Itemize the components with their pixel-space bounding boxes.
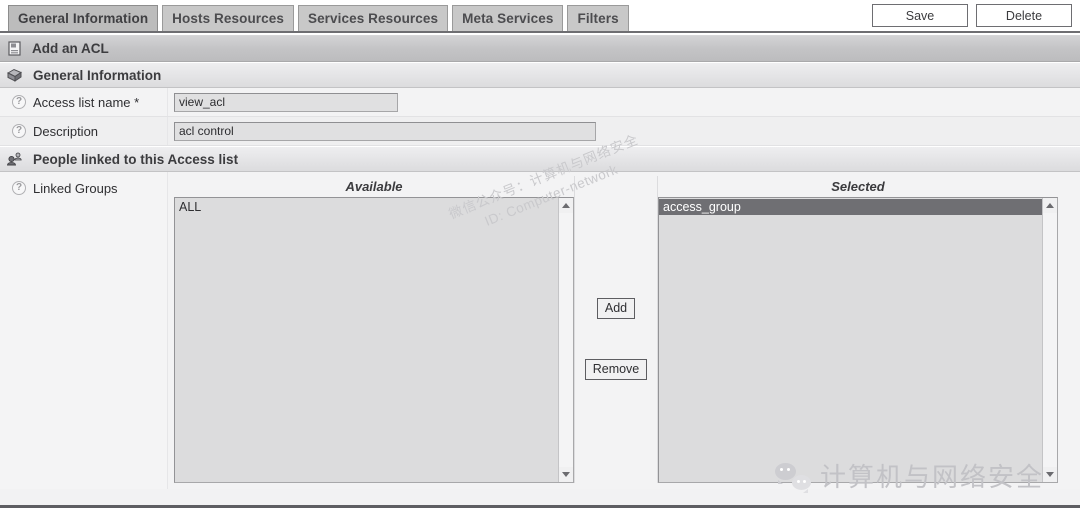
question-icon[interactable]: ?: [12, 124, 26, 138]
arrow-up-icon: [1046, 203, 1054, 208]
field-input-cell: [168, 117, 1080, 145]
description-input[interactable]: [174, 122, 596, 141]
tab-label: General Information: [18, 11, 148, 26]
access-list-name-input[interactable]: [174, 93, 398, 112]
available-scrollbar[interactable]: [558, 198, 573, 482]
scroll-track[interactable]: [1043, 213, 1057, 467]
arrow-down-icon: [562, 472, 570, 477]
access-list-name-label: Access list name *: [33, 95, 139, 110]
field-label-cell: ? Description: [0, 117, 168, 145]
selected-caption: Selected: [658, 176, 1058, 197]
section-title: General Information: [33, 68, 161, 83]
add-button[interactable]: Add: [597, 298, 635, 319]
box-icon: [6, 67, 24, 83]
tab-label: Services Resources: [308, 11, 438, 26]
arrow-down-icon: [1046, 472, 1054, 477]
section-title: People linked to this Access list: [33, 152, 238, 167]
delete-button[interactable]: Delete: [976, 4, 1072, 27]
section-general-information: General Information: [0, 62, 1080, 88]
field-input-cell: [168, 88, 1080, 116]
people-icon: [6, 151, 24, 167]
tab-general-information[interactable]: General Information: [8, 5, 158, 31]
tab-services-resources[interactable]: Services Resources: [298, 5, 448, 31]
section-people-linked: People linked to this Access list: [0, 146, 1080, 172]
form-icon: [6, 41, 24, 57]
remove-button-label: Remove: [593, 362, 640, 376]
available-listbox[interactable]: ALL: [175, 198, 558, 482]
divider: [574, 176, 575, 483]
scroll-down-button[interactable]: [1043, 467, 1057, 482]
remove-button[interactable]: Remove: [585, 359, 648, 380]
scroll-track[interactable]: [559, 213, 573, 467]
description-label: Description: [33, 124, 98, 139]
question-icon[interactable]: ?: [12, 181, 26, 195]
add-button-label: Add: [605, 301, 627, 315]
save-button-label: Save: [906, 9, 935, 23]
field-row-description: ? Description: [0, 117, 1080, 146]
available-listbox-wrap: ALL: [174, 197, 574, 483]
tab-filters[interactable]: Filters: [567, 5, 628, 31]
scroll-up-button[interactable]: [1043, 198, 1057, 213]
acl-configuration-screen: General Information Hosts Resources Serv…: [0, 0, 1080, 508]
toolbar-actions: Save Delete: [872, 4, 1072, 27]
question-icon[interactable]: ?: [12, 95, 26, 109]
selected-listbox-wrap: access_group: [658, 197, 1058, 483]
tab-hosts-resources[interactable]: Hosts Resources: [162, 5, 294, 31]
tab-meta-services[interactable]: Meta Services: [452, 5, 563, 31]
save-button[interactable]: Save: [872, 4, 968, 27]
field-label-cell: ? Access list name *: [0, 88, 168, 116]
linked-groups-label-cell: ? Linked Groups: [0, 172, 168, 489]
scroll-up-button[interactable]: [559, 198, 573, 213]
tab-label: Meta Services: [462, 11, 553, 26]
dual-list-container: ? Linked Groups Available ALL: [0, 172, 1080, 489]
window-title: Add an ACL: [32, 41, 109, 56]
window-title-bar: Add an ACL: [0, 36, 1080, 62]
tab-bar: General Information Hosts Resources Serv…: [0, 0, 1080, 33]
arrow-up-icon: [562, 203, 570, 208]
form-panel: Add an ACL General Information ? Access …: [0, 35, 1080, 508]
list-item[interactable]: access_group: [659, 199, 1042, 215]
tab-label: Hosts Resources: [172, 11, 284, 26]
selected-scrollbar[interactable]: [1042, 198, 1057, 482]
dual-list-main: Available ALL: [168, 172, 1080, 489]
selected-listbox[interactable]: access_group: [659, 198, 1042, 482]
available-caption: Available: [174, 176, 574, 197]
delete-button-label: Delete: [1006, 9, 1042, 23]
available-column: Available ALL: [174, 176, 574, 483]
tab-label: Filters: [577, 11, 618, 26]
transfer-buttons-column: Add Remove: [574, 176, 658, 483]
scroll-down-button[interactable]: [559, 467, 573, 482]
tab-list: General Information Hosts Resources Serv…: [8, 5, 629, 31]
selected-column: Selected access_group: [658, 176, 1058, 483]
list-item[interactable]: ALL: [175, 199, 558, 215]
linked-groups-label: Linked Groups: [33, 181, 118, 196]
field-row-access-list-name: ? Access list name *: [0, 88, 1080, 117]
